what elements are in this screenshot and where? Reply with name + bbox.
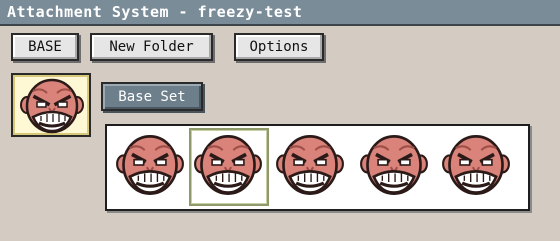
- new-folder-button[interactable]: New Folder: [90, 33, 213, 61]
- frame-item-selected[interactable]: [189, 128, 269, 206]
- frame-item[interactable]: [273, 130, 349, 204]
- base-button-label: BASE: [28, 39, 62, 55]
- frame-item[interactable]: [357, 130, 433, 204]
- frame-item[interactable]: [113, 130, 189, 204]
- new-folder-button-label: New Folder: [109, 39, 194, 55]
- base-button[interactable]: BASE: [11, 33, 79, 61]
- angry-face-icon: [360, 135, 428, 195]
- window-titlebar: Attachment System - freezy-test: [0, 0, 560, 26]
- base-set-label: Base Set: [118, 88, 186, 105]
- options-button[interactable]: Options: [234, 33, 324, 61]
- angry-face-icon: [20, 78, 84, 134]
- window-title: Attachment System - freezy-test: [7, 3, 303, 21]
- angry-face-icon: [276, 135, 344, 195]
- options-button-label: Options: [249, 39, 309, 55]
- angry-face-icon: [194, 135, 262, 195]
- frame-strip: [105, 124, 530, 211]
- angry-face-icon: [116, 135, 184, 195]
- angry-face-icon: [442, 135, 510, 195]
- base-set-thumbnail[interactable]: [11, 73, 91, 137]
- frame-item[interactable]: [439, 130, 515, 204]
- base-set-button[interactable]: Base Set: [101, 82, 203, 111]
